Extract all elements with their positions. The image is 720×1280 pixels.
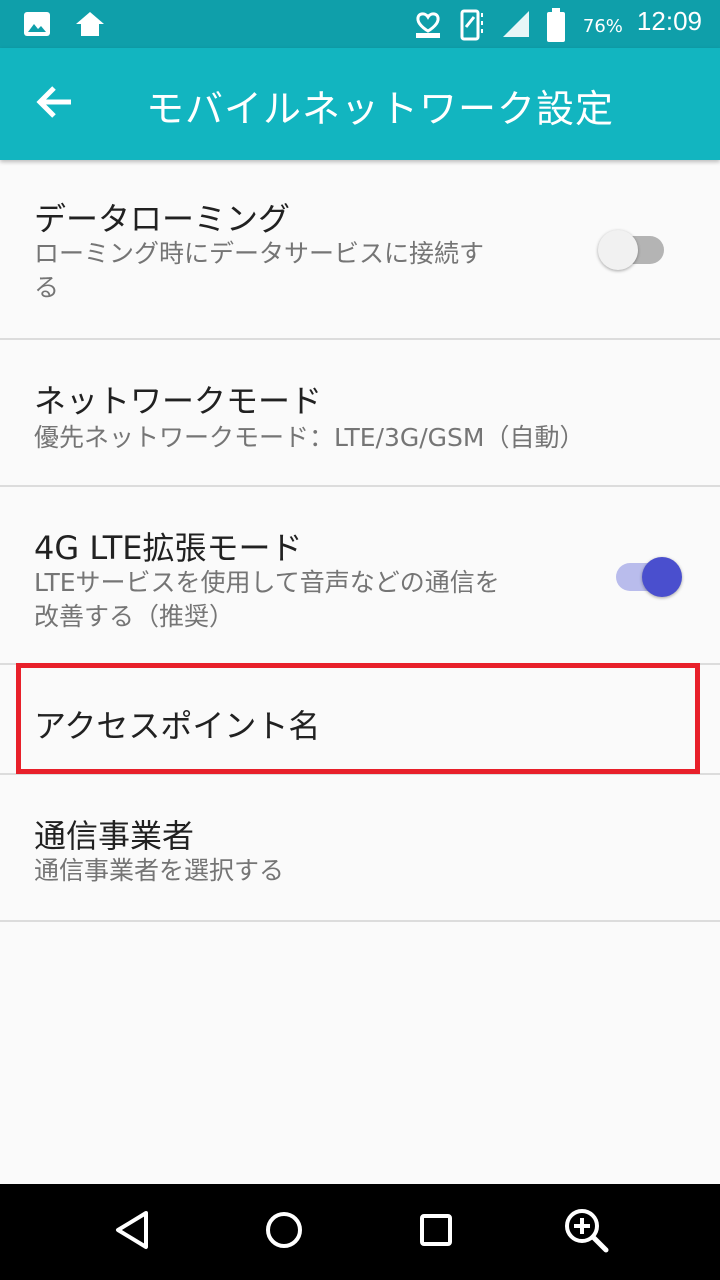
- battery-percent: 76%: [582, 16, 623, 37]
- home-circle-icon: [263, 1209, 305, 1255]
- battery-icon: [545, 7, 575, 42]
- app-bar: モバイルネットワーク設定: [0, 48, 720, 160]
- setting-title: 通信事業者: [34, 817, 195, 855]
- vibrate-icon: [457, 7, 487, 40]
- recents-square-icon: [417, 1211, 455, 1253]
- arrow-back-icon: [35, 85, 73, 123]
- data-roaming-toggle[interactable]: [598, 230, 668, 270]
- nav-back-button[interactable]: [106, 1206, 158, 1258]
- settings-list: データローミング ローミング時にデータサービスに接続す る ネットワークモード …: [0, 160, 720, 922]
- back-triangle-icon: [112, 1209, 152, 1255]
- nav-recents-button[interactable]: [410, 1206, 462, 1258]
- zoom-in-icon: [562, 1206, 610, 1258]
- lte-enhanced-toggle[interactable]: [616, 557, 684, 597]
- setting-summary: ローミング時にデータサービスに接続す: [34, 239, 485, 268]
- home-icon: [74, 9, 104, 39]
- setting-summary: LTEサービスを使用して音声などの通信を: [34, 568, 500, 597]
- setting-summary: 通信事業者を選択する: [34, 856, 285, 885]
- navigation-bar: [0, 1184, 720, 1280]
- setting-title: 4G LTE拡張モード: [34, 529, 303, 567]
- nav-zoom-button[interactable]: [560, 1206, 612, 1258]
- notification-heart-icon: [413, 7, 443, 38]
- signal-icon: [501, 7, 531, 37]
- image-icon: [22, 9, 52, 39]
- toggle-thumb: [642, 557, 682, 597]
- toggle-thumb: [598, 230, 638, 270]
- setting-carrier[interactable]: 通信事業者 通信事業者を選択する: [0, 775, 720, 922]
- clock: 12:09: [636, 6, 702, 36]
- status-bar: 76% 12:09: [0, 0, 720, 48]
- setting-title: ネットワークモード: [34, 382, 323, 420]
- setting-summary: る: [34, 273, 60, 302]
- setting-data-roaming[interactable]: データローミング ローミング時にデータサービスに接続す る: [0, 160, 720, 340]
- setting-network-mode[interactable]: ネットワークモード 優先ネットワークモード：LTE/3G/GSM（自動）: [0, 340, 720, 487]
- setting-summary: 優先ネットワークモード：LTE/3G/GSM（自動）: [34, 423, 585, 452]
- back-button[interactable]: [24, 76, 84, 132]
- nav-home-button[interactable]: [258, 1206, 310, 1258]
- setting-title: データローミング: [34, 200, 291, 238]
- highlight-box: [16, 663, 700, 774]
- setting-summary: 改善する（推奨）: [34, 602, 235, 631]
- setting-lte-enhanced[interactable]: 4G LTE拡張モード LTEサービスを使用して音声などの通信を 改善する（推奨…: [0, 487, 720, 665]
- page-title: モバイルネットワーク設定: [146, 87, 615, 131]
